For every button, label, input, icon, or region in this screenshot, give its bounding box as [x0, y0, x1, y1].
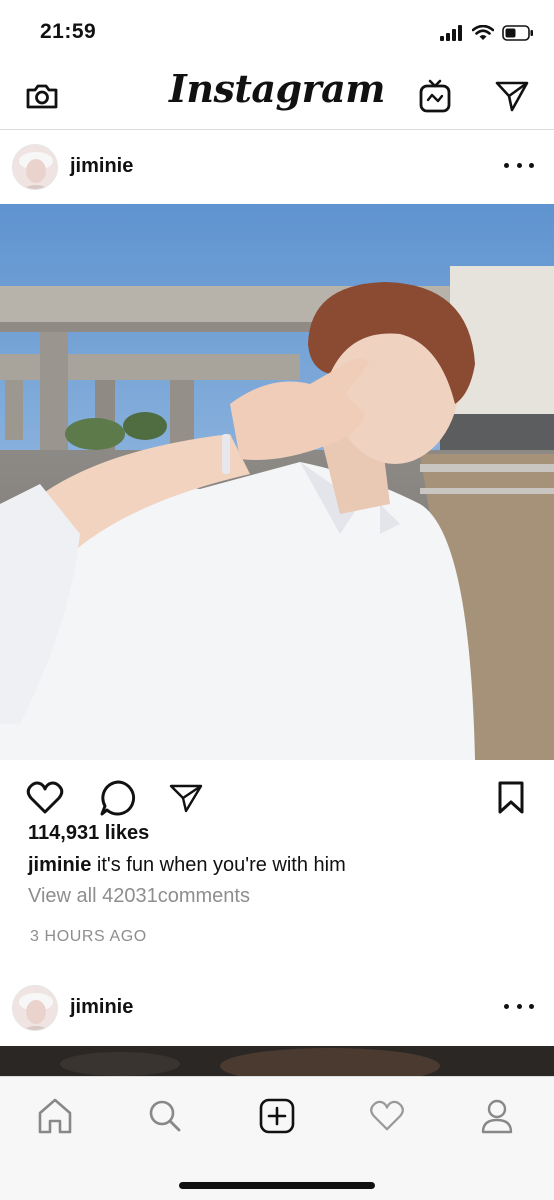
- search-icon: [149, 1100, 181, 1132]
- status-bar: 21:59: [0, 0, 554, 62]
- igtv-button[interactable]: [415, 76, 455, 116]
- home-icon: [38, 1098, 72, 1134]
- status-icons: [440, 22, 534, 44]
- post-photo[interactable]: [0, 1046, 554, 1076]
- caption-text: it's fun when you're with him: [91, 854, 346, 876]
- post-username[interactable]: jiminie: [70, 155, 133, 178]
- avatar[interactable]: [12, 144, 58, 190]
- profile-icon: [481, 1099, 513, 1134]
- like-count[interactable]: 114,931 likes: [28, 822, 149, 845]
- tab-profile[interactable]: [472, 1091, 522, 1141]
- post-caption: jiminie it's fun when you're with him: [28, 854, 346, 877]
- more-dot-icon: [516, 1003, 522, 1009]
- comment-button[interactable]: [96, 776, 140, 820]
- tab-home[interactable]: [30, 1091, 80, 1141]
- app-logo: Instagram: [169, 66, 385, 111]
- direct-message-icon: [495, 81, 529, 112]
- bookmark-icon: [498, 781, 524, 814]
- more-dot-icon: [529, 1003, 534, 1009]
- view-comments-link[interactable]: View all 42031comments: [28, 885, 250, 908]
- like-button[interactable]: [23, 776, 67, 820]
- tab-search[interactable]: [140, 1091, 190, 1141]
- status-time: 21:59: [40, 20, 97, 43]
- battery-icon: [502, 25, 533, 41]
- heart-icon: [26, 781, 64, 814]
- bookmark-button[interactable]: [489, 776, 533, 820]
- more-dot-icon: [504, 1003, 509, 1009]
- post-username[interactable]: jiminie: [70, 996, 133, 1019]
- direct-message-button[interactable]: [492, 76, 532, 116]
- tab-activity[interactable]: [362, 1091, 412, 1141]
- comment-icon: [100, 780, 136, 816]
- more-dot-icon: [516, 162, 522, 168]
- post-header: jiminie: [0, 972, 554, 1044]
- more-options-button[interactable]: [504, 994, 534, 1018]
- more-options-button[interactable]: [504, 153, 534, 177]
- igtv-icon: [419, 79, 451, 113]
- caption-username[interactable]: jiminie: [28, 854, 91, 876]
- app-header: Instagram: [0, 62, 554, 130]
- activity-heart-icon: [370, 1100, 404, 1131]
- share-icon: [169, 784, 203, 813]
- signal-icon: [440, 25, 462, 41]
- more-dot-icon: [529, 162, 534, 168]
- tab-new-post[interactable]: [252, 1091, 302, 1141]
- avatar[interactable]: [12, 985, 58, 1031]
- post-header: jiminie: [0, 131, 554, 203]
- more-dot-icon: [504, 162, 509, 168]
- wifi-icon: [472, 25, 494, 40]
- home-indicator: [179, 1182, 375, 1189]
- share-button[interactable]: [164, 776, 208, 820]
- post-photo[interactable]: [0, 204, 554, 760]
- add-post-icon: [259, 1098, 295, 1134]
- post-actions: [0, 770, 554, 822]
- post-timestamp: 3 HOURS AGO: [30, 928, 147, 945]
